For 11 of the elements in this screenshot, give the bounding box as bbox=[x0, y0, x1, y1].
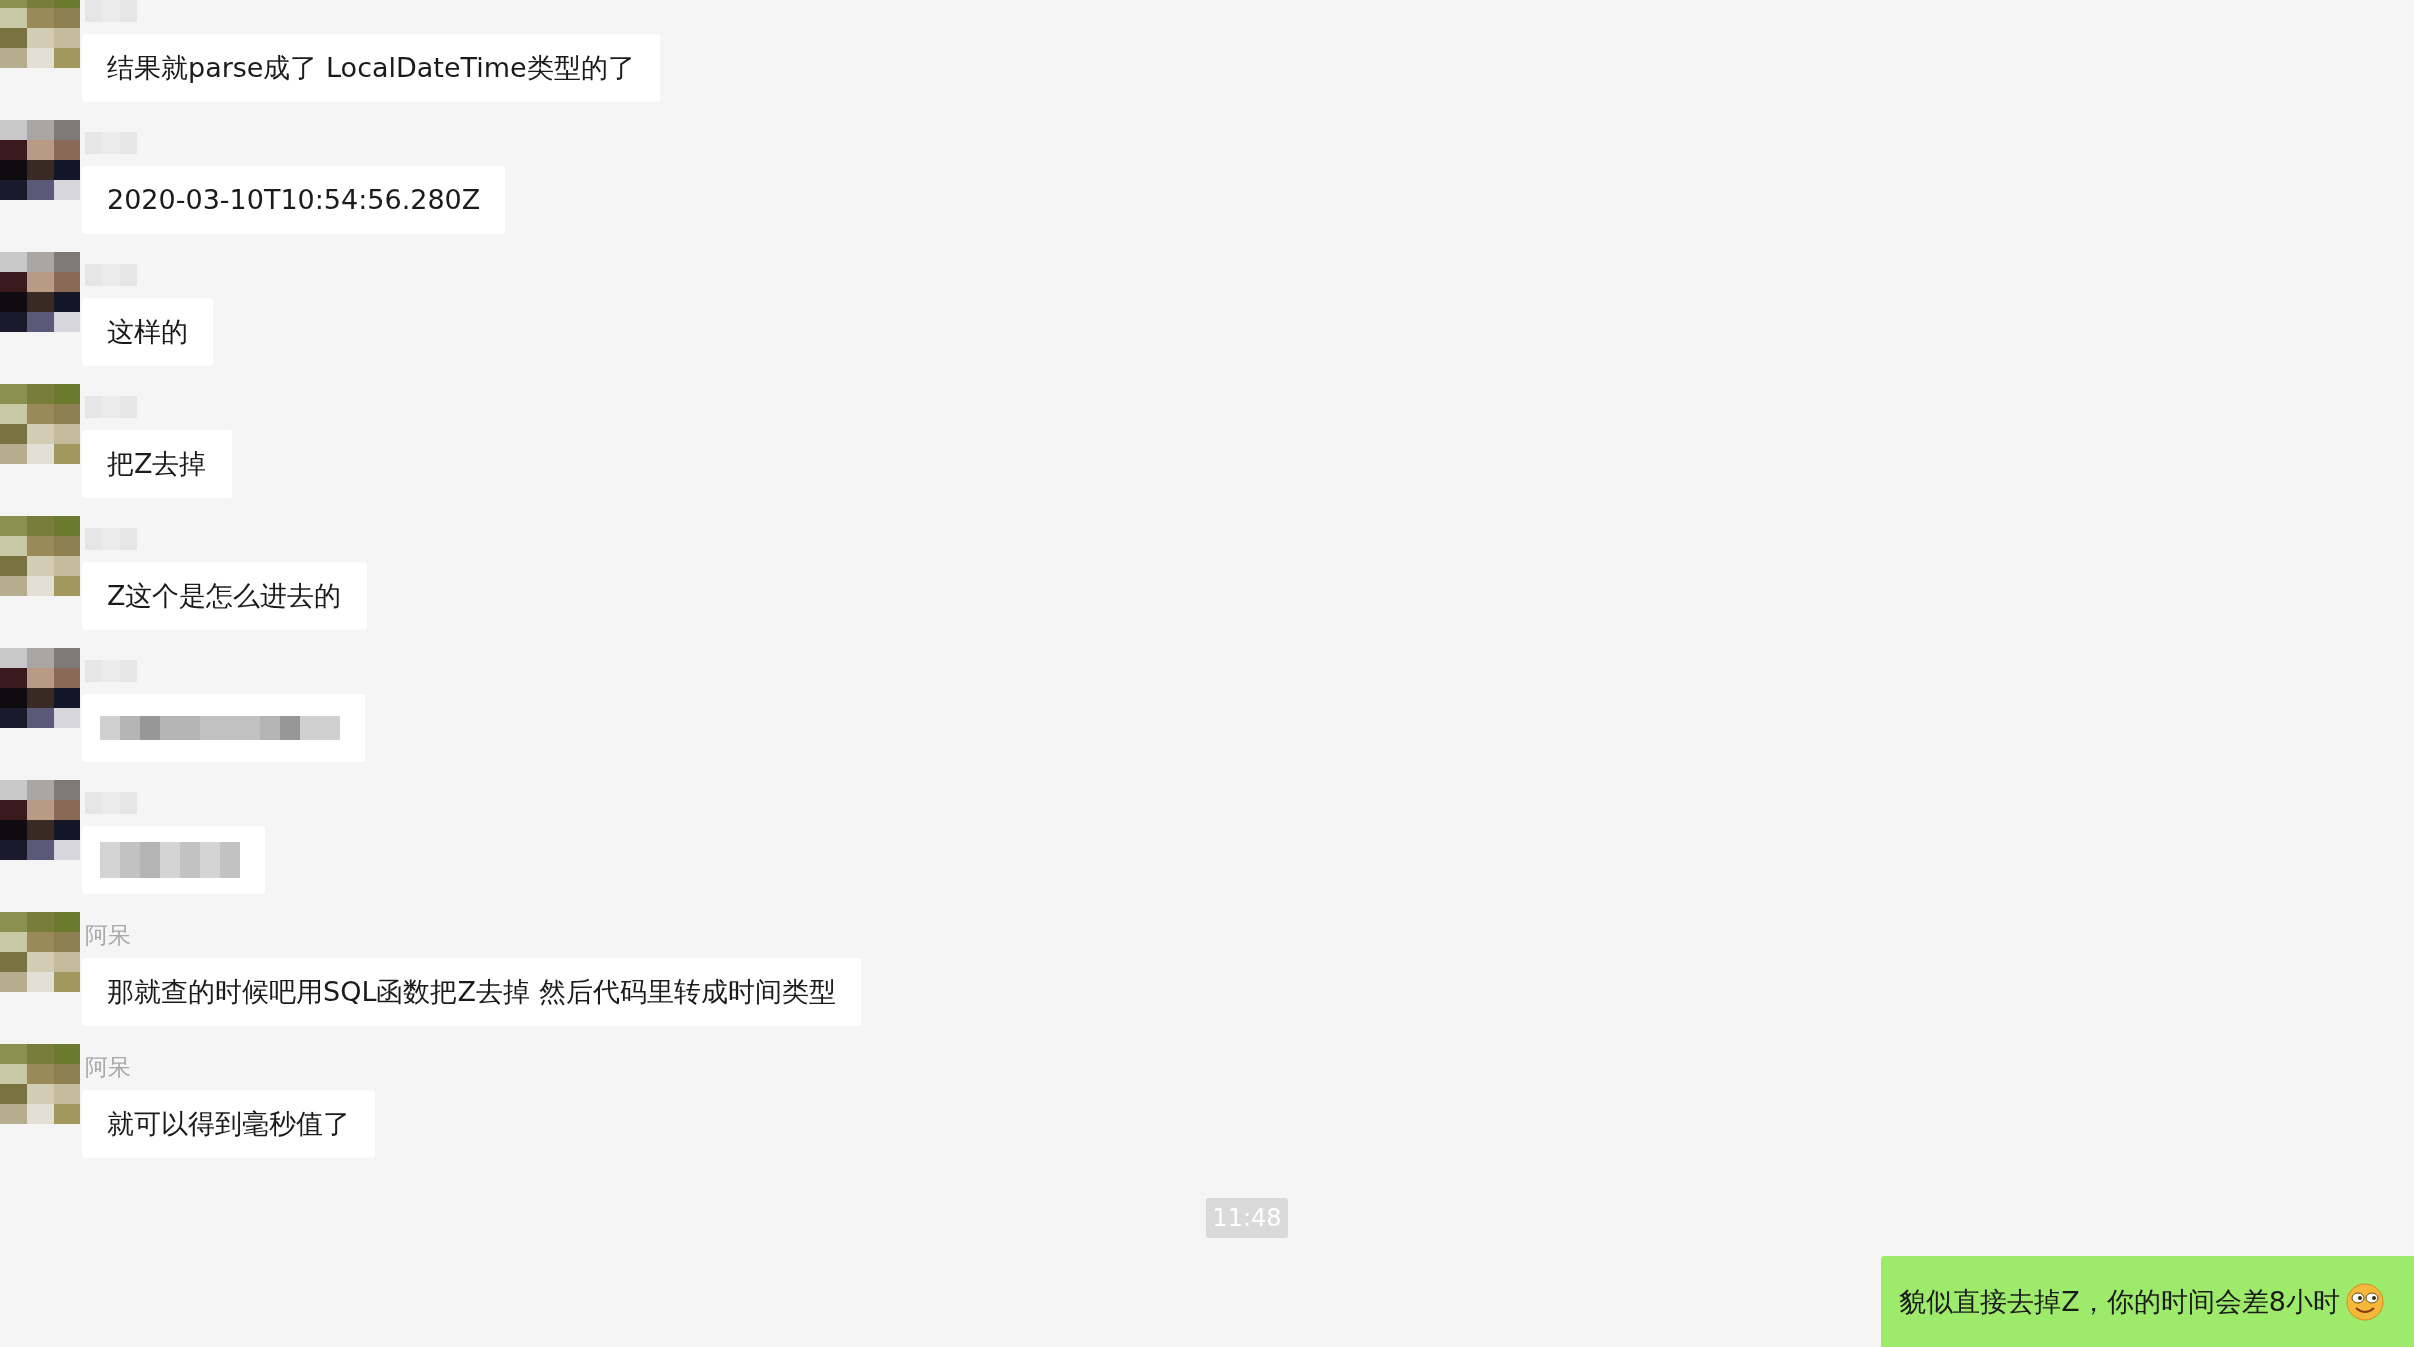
message-bubble: Z这个是怎么进去的 bbox=[82, 562, 367, 630]
sender-name: 阿呆 bbox=[85, 920, 131, 950]
message-bubble: 貌似直接去掉Z，你的时间会差8小时 bbox=[1881, 1256, 2414, 1347]
message-bubble: 这样的 bbox=[82, 298, 213, 366]
message-bubble: 把Z去掉 bbox=[82, 430, 232, 498]
smiling-face-icon bbox=[2346, 1283, 2384, 1321]
message-bubble: 结果就parse成了 LocalDateTime类型的了 bbox=[82, 34, 660, 102]
sender-name: 阿呆 bbox=[85, 1052, 131, 1082]
message-bubble: 2020-03-10T10:54:56.280Z bbox=[82, 166, 506, 234]
message-bubble: 那就查的时候吧用SQL函数把Z去掉 然后代码里转成时间类型 bbox=[82, 958, 861, 1026]
message-bubble: 就可以得到毫秒值了 bbox=[82, 1090, 375, 1158]
